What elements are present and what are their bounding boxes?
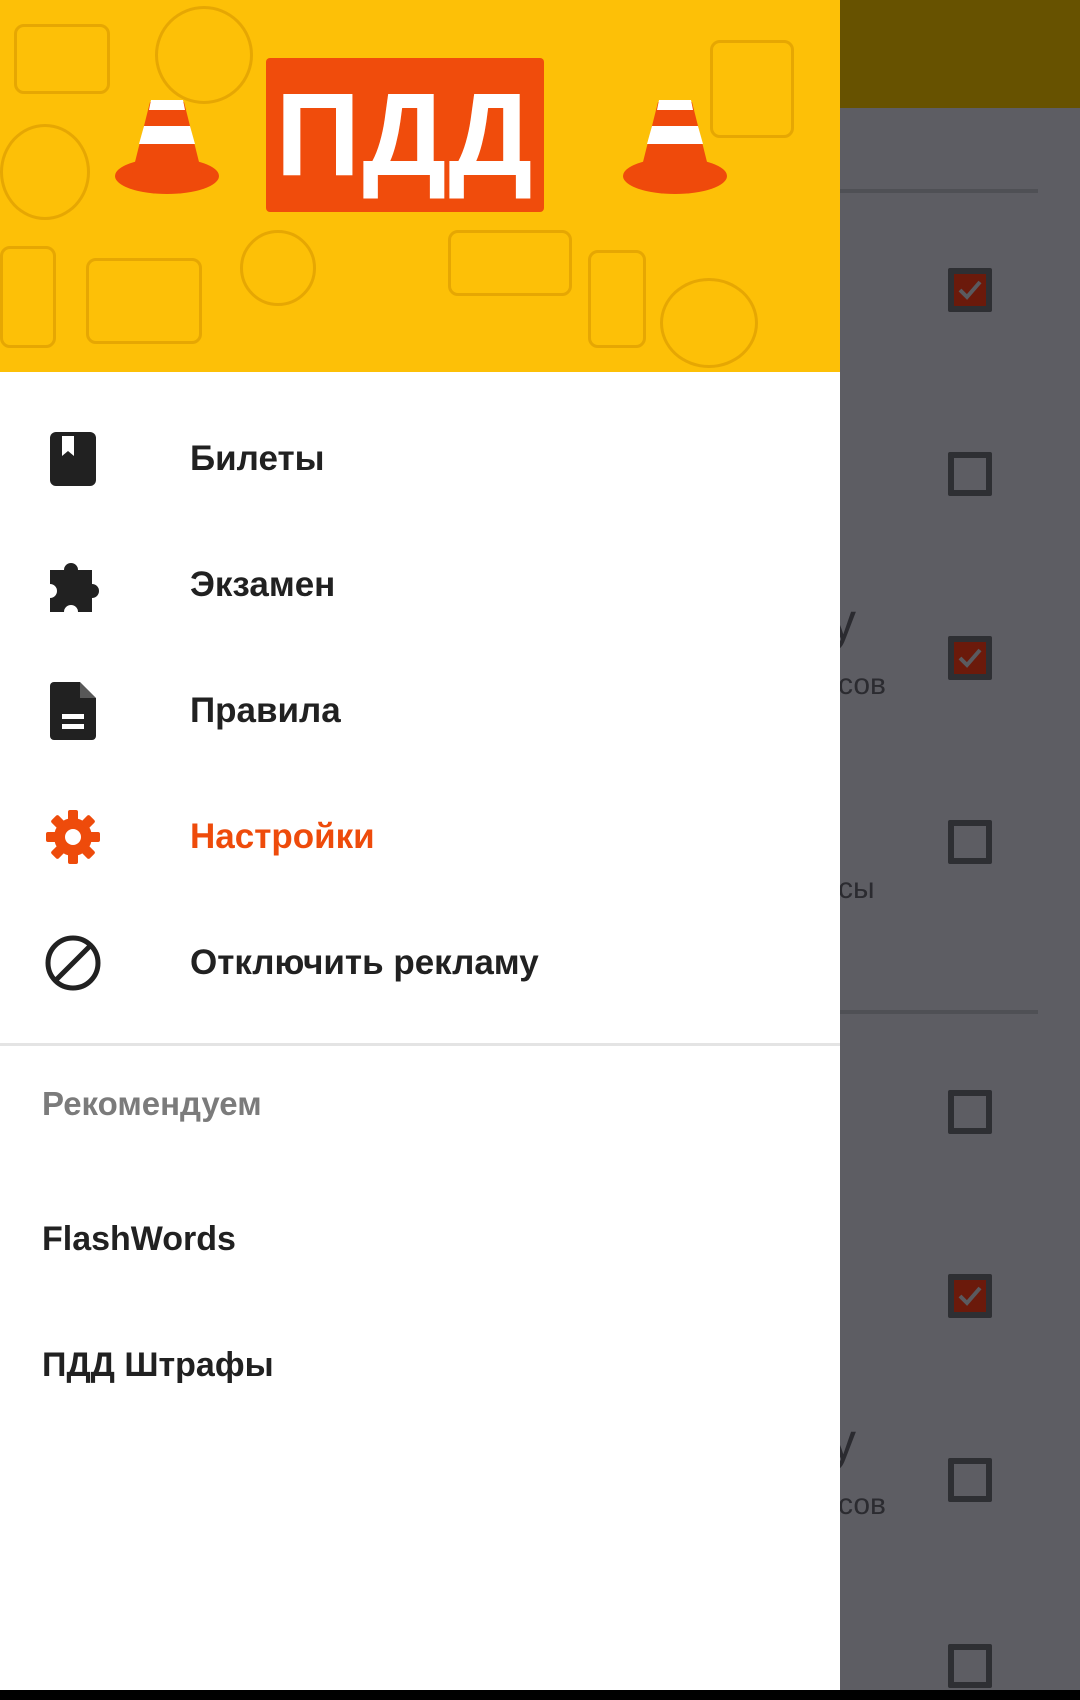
- background-checkbox: [948, 1274, 992, 1318]
- extinguisher-doodle-icon: [588, 250, 646, 348]
- book-bookmark-icon: [40, 426, 106, 492]
- checkmark-icon: [958, 648, 982, 668]
- car-doodle-icon: [448, 230, 572, 296]
- background-divider: [840, 1010, 1038, 1014]
- background-option-subtitle: сов: [838, 668, 886, 701]
- drawer-divider: [0, 1043, 840, 1046]
- background-checkbox: [948, 1090, 992, 1134]
- background-divider: [840, 189, 1038, 193]
- menu-item-exam[interactable]: Экзамен: [0, 530, 840, 640]
- app-logo: ПДД: [266, 58, 544, 212]
- recommended-item-pdd-fines[interactable]: ПДД Штрафы: [42, 1346, 274, 1385]
- menu-item-label: Настройки: [190, 817, 375, 856]
- traffic-cone-icon: [623, 100, 727, 194]
- block-icon: [40, 930, 106, 996]
- document-icon: [40, 678, 106, 744]
- background-checkbox: [948, 820, 992, 864]
- puzzle-icon: [40, 552, 106, 618]
- menu-item-rules[interactable]: Правила: [0, 656, 840, 766]
- background-checkbox: [948, 636, 992, 680]
- menu-item-label: Правила: [190, 691, 341, 730]
- background-option-subtitle: сы: [838, 872, 875, 905]
- traffic-cone-icon: [115, 100, 219, 194]
- gauge-doodle-icon: [86, 258, 202, 344]
- menu-item-disable-ads[interactable]: Отключить рекламу: [0, 908, 840, 1018]
- steering-doodle-icon: [0, 124, 90, 220]
- menu-item-label: Билеты: [190, 439, 325, 478]
- menu-item-label: Экзамен: [190, 565, 336, 604]
- turbo-doodle-icon: [660, 278, 758, 368]
- background-checkbox: [948, 1458, 992, 1502]
- app-logo-text: ПДД: [275, 69, 535, 201]
- menu-item-tickets[interactable]: Билеты: [0, 404, 840, 514]
- part-doodle-icon: [0, 246, 56, 348]
- gear-icon: [40, 804, 106, 870]
- background-checkbox: [948, 268, 992, 312]
- system-navigation-bar: [0, 1690, 1080, 1700]
- recommended-item-flashwords[interactable]: FlashWords: [42, 1220, 236, 1259]
- battery-doodle-icon: [14, 24, 110, 94]
- wheel-doodle-icon: [240, 230, 316, 306]
- recommended-section-header: Рекомендуем: [42, 1085, 262, 1122]
- background-option-subtitle: сов: [838, 1488, 886, 1521]
- menu-item-label: Отключить рекламу: [190, 943, 539, 982]
- checkmark-icon: [958, 1286, 982, 1306]
- navigation-drawer: ПДД Билеты Экзамен Правила Настройки Отк…: [0, 0, 840, 1690]
- gear-doodle-icon: [155, 6, 253, 104]
- drawer-header: ПДД: [0, 0, 840, 372]
- background-checkbox: [948, 452, 992, 496]
- checkmark-icon: [958, 280, 982, 300]
- background-checkbox: [948, 1644, 992, 1688]
- menu-item-settings[interactable]: Настройки: [0, 782, 840, 892]
